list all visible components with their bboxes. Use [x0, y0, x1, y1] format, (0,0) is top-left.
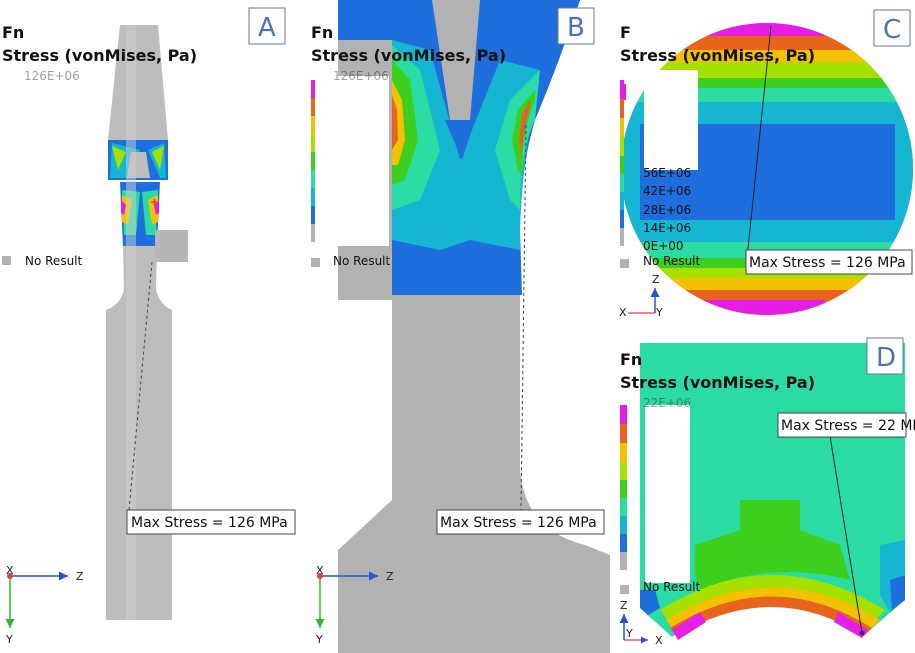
axis-triad: X Z Y	[5, 564, 84, 646]
result-type-label: Fn	[311, 23, 333, 42]
no-result-label: No Result	[643, 254, 701, 268]
legend-mask	[644, 70, 698, 170]
axis-x-label: X	[655, 634, 663, 647]
max-stress-label: Max Stress = 126 MPa	[749, 255, 906, 271]
axis-z-label: Z	[76, 570, 84, 583]
no-result-label: No Result	[333, 254, 391, 268]
result-type-label: Fn	[2, 23, 24, 42]
svg-text:+: +	[150, 197, 158, 208]
max-stress-label: Max Stress = 22 MPa	[781, 418, 915, 434]
legend-value: 28E+06	[643, 203, 691, 217]
legend-max-value: 126E+06	[24, 69, 80, 83]
legend-mask	[645, 405, 690, 583]
axis-y-label: Y	[655, 306, 663, 319]
legend-colorbar	[620, 80, 624, 246]
figure-canvas: + Fn Stress (vonMises, Pa) 126E+06 No Re…	[2, 0, 915, 653]
no-result-swatch	[2, 256, 11, 265]
axis-x-label: X	[6, 564, 14, 577]
gray-block	[155, 230, 188, 262]
no-result-label: No Result	[643, 580, 701, 594]
no-result-label: No Result	[25, 254, 83, 268]
axis-x-label: X	[316, 564, 324, 577]
panel-c: 56E+06 42E+06 28E+06 14E+06 0E+00 F Stre…	[619, 9, 913, 319]
panel-letter: A	[258, 13, 276, 43]
no-result-swatch	[620, 259, 629, 268]
axis-z-label: Z	[386, 570, 394, 583]
legend-value: 14E+06	[643, 221, 691, 235]
panel-letter: D	[876, 343, 896, 373]
no-result-swatch	[620, 585, 629, 594]
panel-d: Fn Stress (vonMises, Pa) 22E+06 No Resul…	[619, 337, 915, 647]
axis-z-label: Z	[620, 599, 628, 612]
panel-b: Fn Stress (vonMises, Pa) 126E+06 No Resu…	[310, 0, 610, 653]
legend-title: Stress (vonMises, Pa)	[311, 46, 506, 65]
no-result-swatch	[311, 258, 320, 267]
legend-value: 0E+00	[643, 239, 684, 253]
legend-value: 42E+06	[643, 184, 691, 198]
legend-title: Stress (vonMises, Pa)	[2, 46, 197, 65]
legend-max-value: 22E+06	[643, 396, 691, 410]
panel-a: + Fn Stress (vonMises, Pa) 126E+06 No Re…	[2, 7, 296, 646]
max-stress-label: Max Stress = 126 MPa	[131, 515, 288, 531]
legend-max-value: 126E+06	[333, 69, 389, 83]
max-stress-label: Max Stress = 126 MPa	[440, 515, 597, 531]
legend-mask	[310, 76, 389, 246]
axis-y-label: Y	[315, 633, 323, 646]
result-type-label: F	[620, 23, 631, 42]
axis-y-label: Y	[625, 627, 633, 640]
legend-title: Stress (vonMises, Pa)	[620, 46, 815, 65]
legend-value: 56E+06	[643, 166, 691, 180]
legend-colorbar	[620, 405, 627, 570]
panel-letter: B	[567, 13, 585, 43]
result-type-label: Fn	[620, 350, 642, 369]
axis-z-label: Z	[652, 273, 660, 286]
axis-y-label: Y	[5, 633, 13, 646]
legend-title: Stress (vonMises, Pa)	[620, 373, 815, 392]
axis-triad: X Z Y	[619, 273, 663, 319]
panel-letter: C	[883, 15, 901, 45]
legend-colorbar	[311, 80, 315, 242]
axis-x-label: X	[619, 306, 627, 319]
